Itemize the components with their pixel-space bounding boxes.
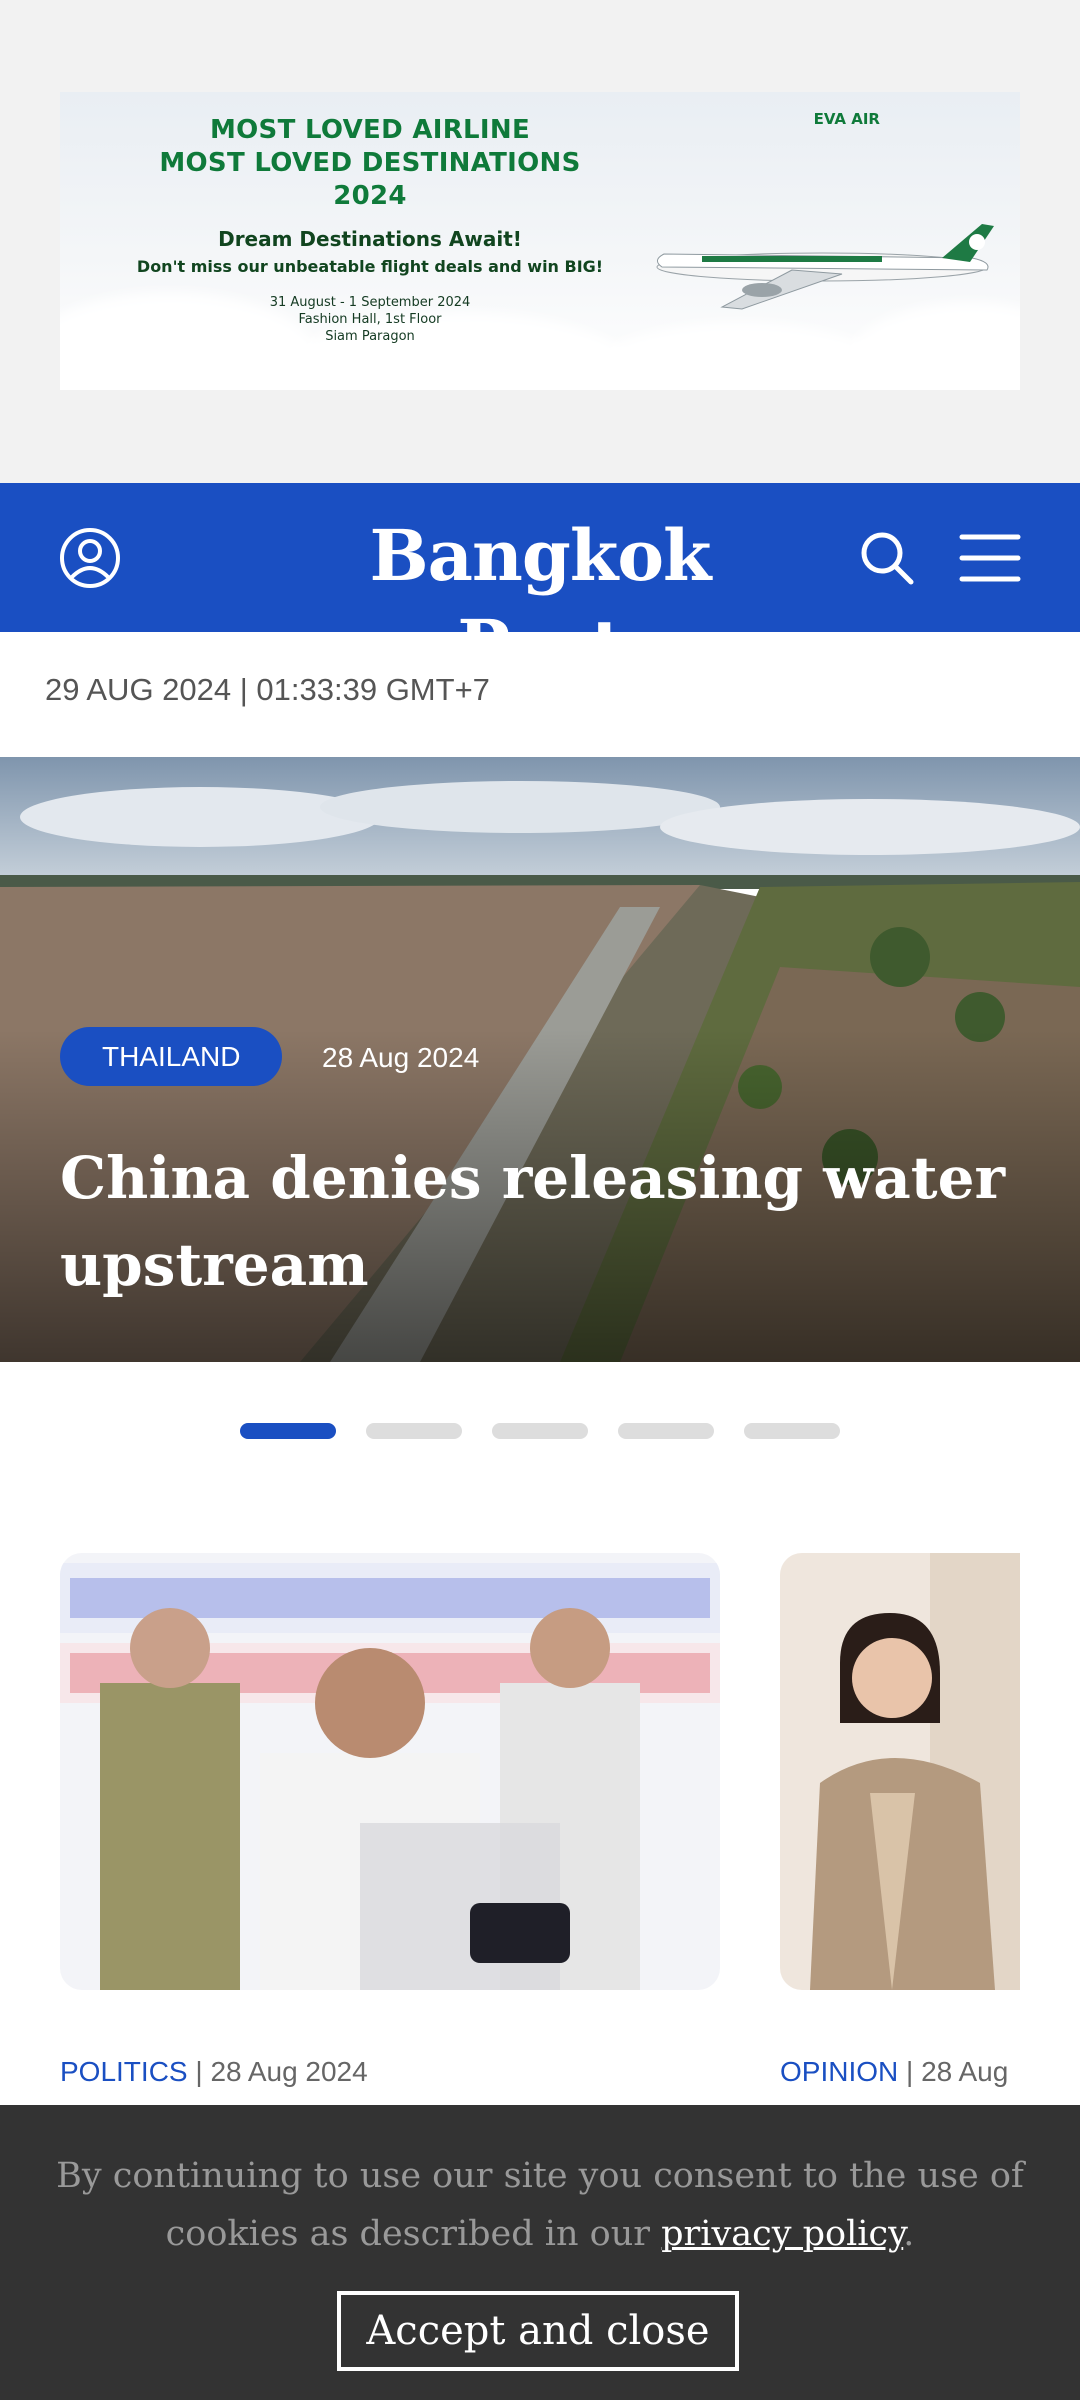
ad-line-3: 2024 <box>333 181 407 211</box>
advertisement-area: MOST LOVED AIRLINE MOST LOVED DESTINATIO… <box>0 0 1080 483</box>
airplane-icon <box>656 224 994 310</box>
site-header: Bangkok Post <box>0 483 1080 687</box>
carousel-dot-4[interactable] <box>618 1423 714 1439</box>
hero-headline[interactable]: China denies releasing water upstream <box>60 1135 1040 1309</box>
account-button[interactable] <box>55 523 125 593</box>
ad-subline: Don't miss our unbeatable flight deals a… <box>136 257 604 276</box>
current-datetime: 29 AUG 2024 | 01:33:39 GMT+7 <box>45 672 490 707</box>
hamburger-menu-icon <box>959 534 1021 582</box>
card-separator: | <box>195 2056 211 2087</box>
card-category-politics[interactable]: POLITICS <box>60 2056 188 2087</box>
ad-line-1: MOST LOVED AIRLINE <box>209 115 531 145</box>
card-date-politics: 28 Aug 2024 <box>210 2056 368 2087</box>
hero-story[interactable]: THAILAND 28 Aug 2024 China denies releas… <box>0 757 1080 1362</box>
card-meta-opinion: OPINION | 28 Aug <box>780 2056 1020 2088</box>
cookie-period: . <box>903 2214 915 2254</box>
carousel-dot-1[interactable] <box>240 1423 336 1439</box>
news-card-image-opinion[interactable] <box>780 1553 1020 1990</box>
cookie-consent-banner: By continuing to use our site you consen… <box>0 2105 1080 2400</box>
card-date-opinion: 28 Aug <box>921 2056 1009 2087</box>
privacy-policy-link[interactable]: privacy policy <box>661 2214 903 2254</box>
carousel-indicators <box>240 1423 840 1439</box>
search-icon <box>861 532 914 585</box>
hero-category-badge[interactable]: THAILAND <box>60 1027 283 1086</box>
ad-brand-logo: EVA AIR <box>813 110 880 128</box>
ad-venue-1: Fashion Hall, 1st Floor <box>298 312 442 327</box>
carousel-dot-2[interactable] <box>366 1423 462 1439</box>
user-icon <box>60 528 120 588</box>
ad-venue-2: Siam Paragon <box>325 329 415 344</box>
opinion-photo <box>780 1553 1020 1990</box>
ad-banner[interactable]: MOST LOVED AIRLINE MOST LOVED DESTINATIO… <box>60 92 1020 390</box>
hero-date: 28 Aug 2024 <box>322 1042 480 1073</box>
carousel-dot-3[interactable] <box>492 1423 588 1439</box>
ad-dates: 31 August - 1 September 2024 <box>269 295 471 310</box>
cookie-message: By continuing to use our site you consen… <box>40 2147 1040 2263</box>
accept-cookies-button[interactable]: Accept and close <box>337 2291 739 2371</box>
menu-button[interactable] <box>955 523 1025 593</box>
search-button[interactable] <box>852 523 922 593</box>
card-separator: | <box>906 2056 922 2087</box>
ad-line-2: MOST LOVED DESTINATIONS <box>159 148 581 178</box>
news-card-image-politics[interactable] <box>60 1553 720 1990</box>
ad-headline: Dream Destinations Await! <box>218 227 522 251</box>
site-logo[interactable]: Bangkok Post <box>300 511 780 691</box>
carousel-dot-5[interactable] <box>744 1423 840 1439</box>
politics-photo <box>60 1553 720 1990</box>
card-meta-politics: POLITICS | 28 Aug 2024 <box>60 2056 368 2088</box>
card-category-opinion[interactable]: OPINION <box>780 2056 898 2087</box>
